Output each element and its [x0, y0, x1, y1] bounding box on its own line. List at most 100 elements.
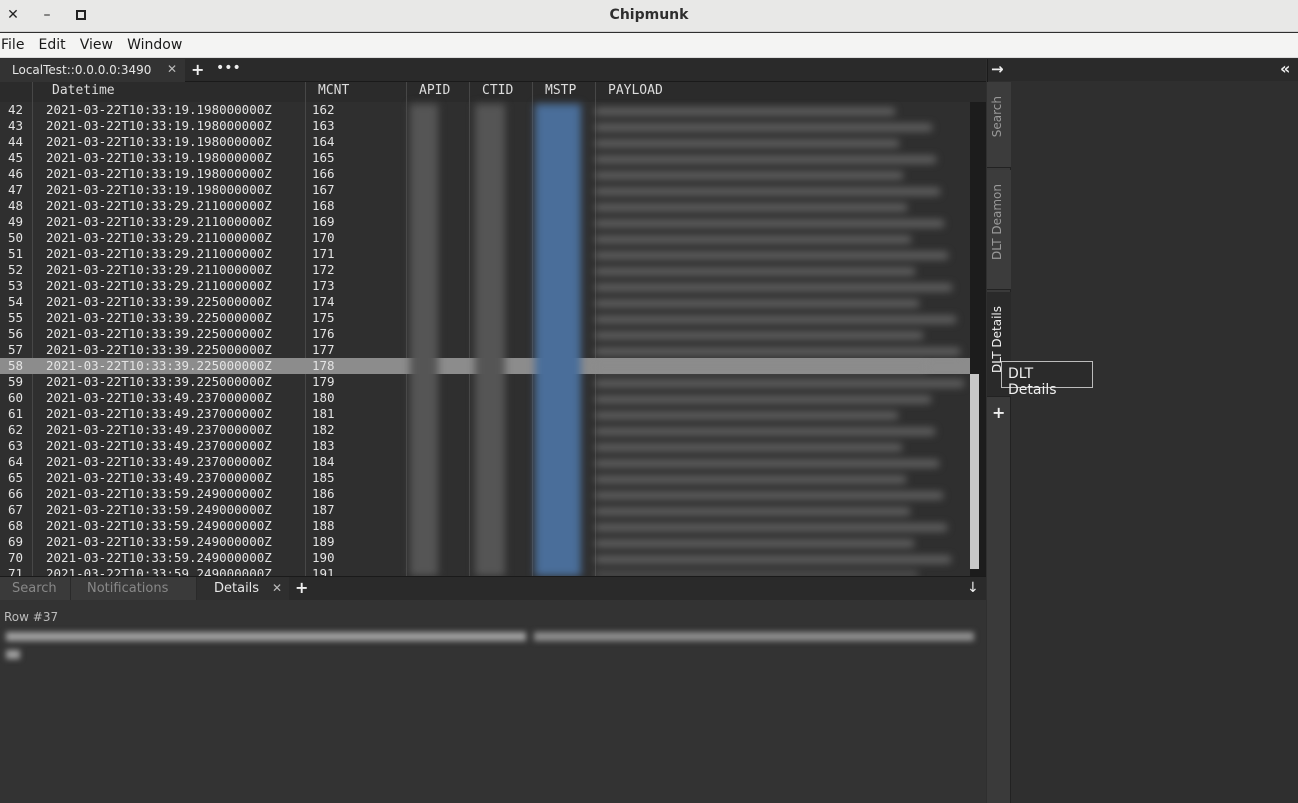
vtab-dlt-deamon[interactable]: DLT Deamon: [987, 170, 1011, 290]
menu-file[interactable]: File: [0, 33, 27, 53]
bottom-tab-search[interactable]: Search: [0, 577, 70, 601]
tab-close-icon[interactable]: ✕: [167, 62, 177, 76]
right-sidebar-header: → «: [988, 59, 1298, 81]
blurred-payload-line: [595, 140, 899, 147]
row-datetime: 2021-03-22T10:33:29.211000000Z: [46, 278, 272, 293]
row-mcnt: 179: [312, 374, 335, 389]
row-number: 71: [8, 566, 24, 576]
row-datetime: 2021-03-22T10:33:19.198000000Z: [46, 134, 272, 149]
row-number: 70: [8, 550, 24, 565]
blurred-payload-line: [595, 460, 939, 467]
row-datetime: 2021-03-22T10:33:59.249000000Z: [46, 566, 272, 576]
row-datetime: 2021-03-22T10:33:59.249000000Z: [46, 518, 272, 533]
row-mcnt: 168: [312, 198, 335, 213]
vtab-search[interactable]: Search: [987, 82, 1011, 168]
blurred-log-content: [395, 104, 970, 576]
row-mcnt: 165: [312, 150, 335, 165]
details-row-label: Row #37: [4, 610, 59, 624]
row-mcnt: 170: [312, 230, 335, 245]
vertical-tab-strip: Search DLT Deamon DLT Details +: [987, 82, 1011, 803]
column-headers: Datetime MCNT APID CTID MSTP PAYLOAD: [0, 82, 986, 102]
row-number: 48: [8, 198, 24, 213]
scrollbar-thumb[interactable]: [970, 374, 979, 569]
menu-view[interactable]: View: [79, 33, 116, 53]
row-datetime: 2021-03-22T10:33:49.237000000Z: [46, 422, 272, 437]
row-number: 59: [8, 374, 24, 389]
row-mcnt: 190: [312, 550, 335, 565]
row-number: 63: [8, 438, 24, 453]
col-apid[interactable]: APID: [419, 83, 450, 98]
row-number: 62: [8, 422, 24, 437]
session-tab-bar: LocalTest::0.0.0.0:3490 ✕ + •••: [0, 59, 986, 82]
row-datetime: 2021-03-22T10:33:39.225000000Z: [46, 358, 272, 373]
row-mcnt: 186: [312, 486, 335, 501]
row-mcnt: 187: [312, 502, 335, 517]
blurred-payload-line: [595, 316, 956, 323]
row-number: 50: [8, 230, 24, 245]
expand-sidebar-icon[interactable]: →: [991, 60, 1004, 78]
log-scrollbar[interactable]: [970, 102, 986, 576]
col-ctid[interactable]: CTID: [482, 83, 513, 98]
blurred-apid-column: [410, 104, 438, 576]
row-number: 45: [8, 150, 24, 165]
menu-window[interactable]: Window: [126, 33, 185, 53]
row-number: 44: [8, 134, 24, 149]
blurred-payload-line: [595, 236, 911, 243]
row-datetime: 2021-03-22T10:33:49.237000000Z: [46, 454, 272, 469]
row-number: 54: [8, 294, 24, 309]
blurred-payload-line: [595, 396, 931, 403]
blurred-payload-line: [595, 188, 940, 195]
blurred-payload-line: [595, 492, 943, 499]
close-details-tab-icon[interactable]: ✕: [272, 581, 282, 595]
blurred-mstp-column: [535, 104, 581, 576]
row-number: 60: [8, 390, 24, 405]
row-mcnt: 185: [312, 470, 335, 485]
blurred-payload-line: [595, 252, 948, 259]
row-datetime: 2021-03-22T10:33:29.211000000Z: [46, 214, 272, 229]
collapse-panel-icon[interactable]: ↓: [967, 580, 979, 596]
add-sidebar-tab-icon[interactable]: +: [992, 403, 1005, 422]
tab-session[interactable]: LocalTest::0.0.0.0:3490 ✕: [0, 59, 185, 82]
row-datetime: 2021-03-22T10:33:19.198000000Z: [46, 166, 272, 181]
row-number: 52: [8, 262, 24, 277]
blurred-payload-line: [595, 556, 951, 563]
add-tab-icon[interactable]: +: [191, 60, 204, 79]
row-datetime: 2021-03-22T10:33:19.198000000Z: [46, 182, 272, 197]
row-mcnt: 182: [312, 422, 335, 437]
row-mcnt: 171: [312, 246, 335, 261]
row-datetime: 2021-03-22T10:33:29.211000000Z: [46, 230, 272, 245]
row-mcnt: 166: [312, 166, 335, 181]
row-datetime: 2021-03-22T10:33:39.225000000Z: [46, 310, 272, 325]
blurred-payload-line: [595, 412, 898, 419]
menu-edit[interactable]: Edit: [38, 33, 69, 53]
blurred-payload-line: [595, 364, 927, 371]
row-number: 68: [8, 518, 24, 533]
more-tabs-icon[interactable]: •••: [216, 60, 241, 76]
row-datetime: 2021-03-22T10:33:59.249000000Z: [46, 534, 272, 549]
bottom-tab-details[interactable]: Details ✕: [197, 577, 289, 601]
row-mcnt: 188: [312, 518, 335, 533]
row-mcnt: 163: [312, 118, 335, 133]
col-mstp[interactable]: MSTP: [545, 83, 576, 98]
add-bottom-tab-icon[interactable]: +: [295, 578, 308, 597]
vtab-dlt-deamon-label: DLT Deamon: [990, 184, 1004, 261]
row-datetime: 2021-03-22T10:33:59.249000000Z: [46, 486, 272, 501]
col-mcnt[interactable]: MCNT: [318, 83, 349, 98]
col-payload[interactable]: PAYLOAD: [608, 83, 663, 98]
bottom-tab-notifications[interactable]: Notifications: [71, 577, 196, 601]
row-number: 56: [8, 326, 24, 341]
row-datetime: 2021-03-22T10:33:39.225000000Z: [46, 294, 272, 309]
blurred-payload-line: [595, 156, 936, 163]
collapse-sidebar-icon[interactable]: «: [1280, 59, 1290, 78]
vtab-search-label: Search: [990, 96, 1004, 138]
row-datetime: 2021-03-22T10:33:29.211000000Z: [46, 262, 272, 277]
blurred-payload-line: [595, 380, 964, 387]
right-sidebar: → «: [987, 59, 1298, 803]
row-datetime: 2021-03-22T10:33:39.225000000Z: [46, 374, 272, 389]
blurred-payload-line: [595, 476, 906, 483]
row-number: 49: [8, 214, 24, 229]
blurred-payload-line: [595, 332, 923, 339]
row-number: 51: [8, 246, 24, 261]
col-datetime[interactable]: Datetime: [52, 83, 115, 98]
blurred-payload-line: [595, 540, 914, 547]
